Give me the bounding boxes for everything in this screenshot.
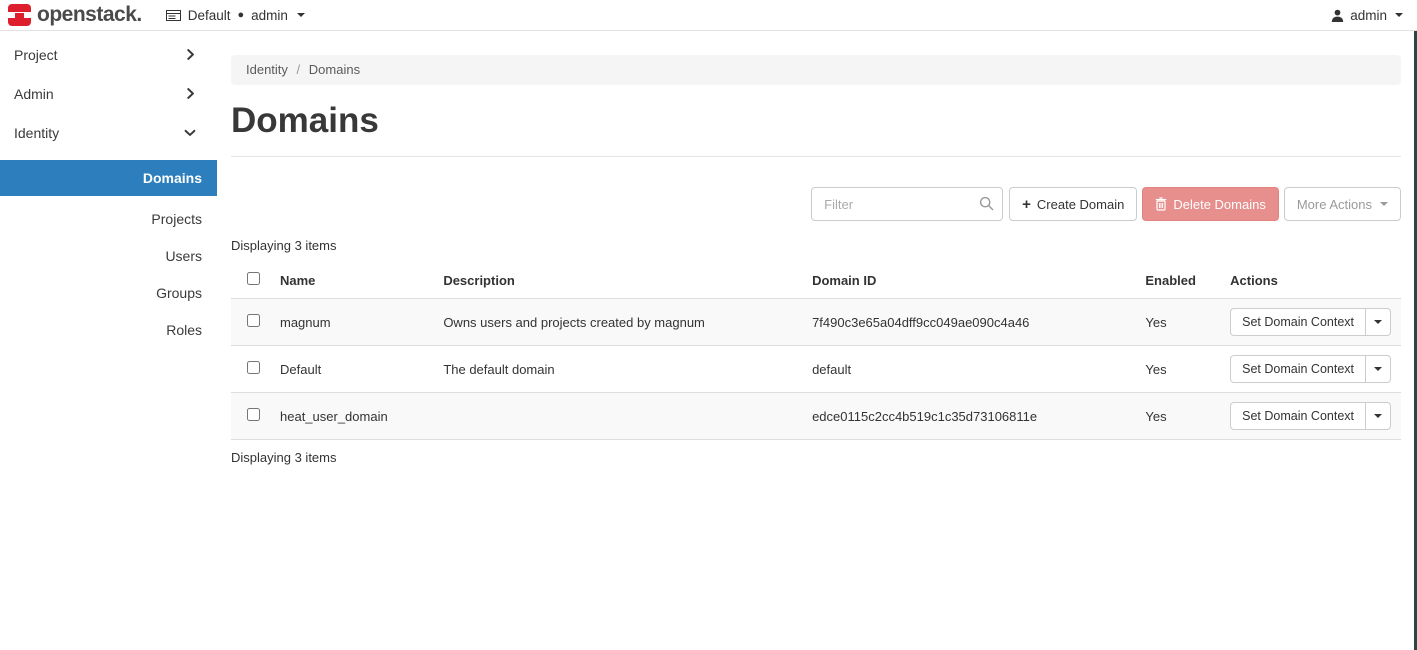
sidebar-item-users[interactable]: Users xyxy=(0,238,217,275)
caret-down-icon xyxy=(1374,414,1382,418)
table-row: heat_user_domain edce0115c2cc4b519c1c35d… xyxy=(231,393,1401,440)
filter-input[interactable] xyxy=(811,187,1003,221)
brand-wordmark: openstack. xyxy=(37,3,142,27)
cell-domain-id: default xyxy=(802,346,1135,393)
sidebar-item-identity[interactable]: Identity xyxy=(0,113,217,152)
breadcrumb-identity[interactable]: Identity xyxy=(246,62,288,77)
sidebar-nav: Project Admin Identity Domains Projects … xyxy=(0,31,217,349)
set-domain-context-button[interactable]: Set Domain Context xyxy=(1231,403,1366,429)
caret-down-icon xyxy=(1374,367,1382,371)
cell-description: The default domain xyxy=(433,346,802,393)
create-domain-button[interactable]: + Create Domain xyxy=(1009,187,1137,221)
row-checkbox[interactable] xyxy=(247,408,260,421)
row-checkbox[interactable] xyxy=(247,314,260,327)
main-content: Identity / Domains Domains + Create Doma… xyxy=(217,55,1417,465)
title-divider xyxy=(231,156,1401,157)
delete-domains-label: Delete Domains xyxy=(1173,197,1266,212)
page-title: Domains xyxy=(231,101,1401,141)
table-toolbar: + Create Domain Delete Domains More Acti… xyxy=(231,187,1401,221)
cell-description xyxy=(433,393,802,440)
card-list-icon xyxy=(166,9,181,22)
trash-icon xyxy=(1155,197,1167,211)
table-row: Default The default domain default Yes S… xyxy=(231,346,1401,393)
column-header-actions: Actions xyxy=(1220,264,1401,299)
cell-name: heat_user_domain xyxy=(270,393,433,440)
cell-domain-id: 7f490c3e65a04dff9cc049ae090c4a46 xyxy=(802,299,1135,346)
column-header-name: Name xyxy=(270,264,433,299)
chevron-right-icon xyxy=(185,49,196,60)
table-row: magnum Owns users and projects created b… xyxy=(231,299,1401,346)
cell-name: Default xyxy=(270,346,433,393)
row-actions-dropdown-toggle[interactable] xyxy=(1366,356,1390,382)
set-domain-context-button[interactable]: Set Domain Context xyxy=(1231,309,1366,335)
table-header-row: Name Description Domain ID Enabled Actio… xyxy=(231,264,1401,299)
chevron-down-icon xyxy=(184,127,196,138)
top-navbar: openstack. Default ● admin admin xyxy=(0,0,1417,31)
context-separator-dot: ● xyxy=(238,9,245,21)
create-domain-label: Create Domain xyxy=(1037,197,1124,212)
sidebar-item-admin[interactable]: Admin xyxy=(0,74,217,113)
cell-enabled: Yes xyxy=(1135,346,1220,393)
sidebar-item-projects[interactable]: Projects xyxy=(0,201,217,238)
row-actions-dropdown-toggle[interactable] xyxy=(1366,309,1390,335)
cell-name: magnum xyxy=(270,299,433,346)
user-name-label: admin xyxy=(1350,8,1387,23)
openstack-logo-icon xyxy=(8,4,31,26)
domains-table: Name Description Domain ID Enabled Actio… xyxy=(231,264,1401,440)
user-menu-dropdown[interactable]: admin xyxy=(1331,8,1403,23)
row-checkbox[interactable] xyxy=(247,361,260,374)
context-project-label: admin xyxy=(251,8,288,23)
row-actions-dropdown-toggle[interactable] xyxy=(1366,403,1390,429)
sidebar-item-label: Project xyxy=(14,47,58,63)
context-domain-label: Default xyxy=(188,8,231,23)
person-icon xyxy=(1331,9,1344,22)
column-header-domain-id: Domain ID xyxy=(802,264,1135,299)
column-header-description: Description xyxy=(433,264,802,299)
sidebar-item-project[interactable]: Project xyxy=(0,35,217,74)
sidebar-item-groups[interactable]: Groups xyxy=(0,275,217,312)
cell-enabled: Yes xyxy=(1135,299,1220,346)
cell-enabled: Yes xyxy=(1135,393,1220,440)
search-icon xyxy=(979,196,994,211)
filter-field-wrap xyxy=(811,187,1003,221)
sidebar-item-roles[interactable]: Roles xyxy=(0,312,217,349)
more-actions-button[interactable]: More Actions xyxy=(1284,187,1401,221)
set-domain-context-button[interactable]: Set Domain Context xyxy=(1231,356,1366,382)
breadcrumb-domains: Domains xyxy=(309,62,360,77)
more-actions-label: More Actions xyxy=(1297,197,1372,212)
cell-domain-id: edce0115c2cc4b519c1c35d73106811e xyxy=(802,393,1135,440)
sidebar-item-label: Identity xyxy=(14,125,59,141)
breadcrumb: Identity / Domains xyxy=(231,55,1401,85)
caret-down-icon xyxy=(1395,13,1403,17)
items-count-top: Displaying 3 items xyxy=(231,238,1401,253)
context-switcher-dropdown[interactable]: Default ● admin xyxy=(166,8,305,23)
caret-down-icon xyxy=(1380,202,1388,206)
plus-icon: + xyxy=(1022,196,1031,213)
caret-down-icon xyxy=(297,13,305,17)
sidebar-item-label: Admin xyxy=(14,86,54,102)
chevron-right-icon xyxy=(185,88,196,99)
row-action-group: Set Domain Context xyxy=(1230,308,1391,336)
column-header-enabled: Enabled xyxy=(1135,264,1220,299)
items-count-bottom: Displaying 3 items xyxy=(231,440,1401,465)
select-all-checkbox[interactable] xyxy=(247,272,260,285)
cell-description: Owns users and projects created by magnu… xyxy=(433,299,802,346)
openstack-brand[interactable]: openstack. xyxy=(8,3,142,27)
delete-domains-button[interactable]: Delete Domains xyxy=(1142,187,1279,221)
sidebar-item-domains[interactable]: Domains xyxy=(0,160,217,196)
row-action-group: Set Domain Context xyxy=(1230,355,1391,383)
caret-down-icon xyxy=(1374,320,1382,324)
row-action-group: Set Domain Context xyxy=(1230,402,1391,430)
breadcrumb-separator: / xyxy=(297,62,301,77)
